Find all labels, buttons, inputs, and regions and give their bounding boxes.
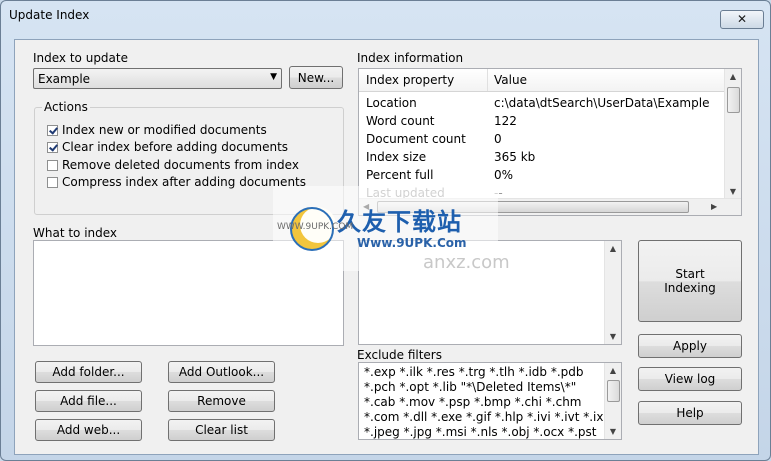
scroll-corner [725, 199, 741, 215]
remove-button[interactable]: Remove [168, 390, 275, 412]
start-indexing-line2: Indexing [664, 281, 716, 295]
column-header-value[interactable]: Value [494, 73, 527, 87]
scroll-thumb[interactable] [727, 87, 740, 113]
scroll-down-icon[interactable]: ▼ [725, 187, 741, 196]
index-information-label: Index information [357, 51, 464, 65]
start-indexing-button[interactable]: Start Indexing [638, 240, 742, 322]
table-row: 122 [494, 114, 517, 128]
cell-property: Location [366, 96, 417, 110]
table-row: Index size [366, 150, 426, 164]
checkbox-checked[interactable] [47, 124, 58, 136]
scroll-thumb[interactable] [607, 380, 620, 402]
new-index-button[interactable]: New... [289, 66, 343, 89]
checkbox-unchecked[interactable] [47, 159, 58, 171]
table-row: Location [366, 96, 417, 110]
scroll-right-icon[interactable]: ▶ [711, 202, 717, 211]
table-row: 0% [494, 168, 513, 182]
table-row: 0 [494, 132, 502, 146]
exclude-line: *.exp *.ilk *.res *.trg *.tlh *.idb *.pd… [364, 365, 584, 379]
cell-value: 122 [494, 114, 517, 128]
scroll-down-icon[interactable]: ▼ [605, 427, 621, 436]
index-select[interactable]: Example ▼ [33, 68, 282, 89]
cell-property: Percent full [366, 168, 434, 182]
column-header-property[interactable]: Index property [366, 73, 454, 87]
table-row: Word count [366, 114, 435, 128]
info-vertical-scrollbar[interactable]: ▲ ▼ [724, 69, 741, 199]
scroll-up-icon[interactable]: ▲ [605, 244, 621, 253]
scroll-up-icon[interactable]: ▲ [605, 366, 621, 375]
table-row: Document count [366, 132, 466, 146]
close-icon: ✕ [736, 12, 748, 26]
cell-value: 365 kb [494, 150, 536, 164]
table-row: c:\data\dtSearch\UserData\Example [494, 96, 709, 110]
details-vertical-scrollbar[interactable]: ▲ ▼ [604, 241, 621, 344]
clear-list-button[interactable]: Clear list [168, 419, 275, 441]
scroll-thumb-horizontal[interactable] [377, 201, 689, 213]
window-title: Update Index [9, 8, 90, 22]
checkbox-label: Remove deleted documents from index [62, 158, 299, 172]
cell-property: Index size [366, 150, 427, 164]
index-select-value: Example [38, 72, 91, 86]
what-to-index-list[interactable] [33, 240, 344, 346]
checkbox-label: Index new or modified documents [62, 123, 267, 137]
exclude-filters-textarea[interactable]: *.exp *.ilk *.res *.trg *.tlh *.idb *.pd… [358, 362, 622, 440]
index-information-table[interactable]: Index property Value Location c:\data\dt… [358, 68, 742, 216]
add-outlook-button[interactable]: Add Outlook... [168, 361, 275, 383]
table-header: Index property Value [359, 69, 725, 92]
exclude-line: *.com *.dll *.exe *.gif *.hlp *.ivi *.iv… [364, 410, 604, 424]
apply-button[interactable]: Apply [638, 334, 742, 358]
checkbox-checked[interactable] [47, 141, 58, 153]
index-to-update-label: Index to update [33, 51, 128, 65]
checkbox-clear-index[interactable]: Clear index before adding documents [47, 140, 288, 154]
checkbox-compress-index[interactable]: Compress index after adding documents [47, 175, 306, 189]
table-row: 365 kb [494, 150, 535, 164]
what-to-index-label: What to index [33, 226, 118, 240]
cell-property: Document count [366, 132, 466, 146]
checkbox-label: Compress index after adding documents [62, 175, 307, 189]
scroll-up-icon[interactable]: ▲ [725, 72, 741, 81]
info-horizontal-scrollbar[interactable]: ◀ ▶ [359, 198, 741, 215]
checkbox-index-new-modified[interactable]: Index new or modified documents [47, 123, 267, 137]
view-log-button[interactable]: View log [638, 367, 742, 391]
add-folder-button[interactable]: Add folder... [35, 361, 142, 383]
exclude-line: *.jpeg *.jpg *.msi *.nls *.obj *.ocx *.p… [364, 425, 597, 439]
actions-group-title: Actions [42, 100, 90, 114]
start-indexing-line1: Start [675, 267, 705, 281]
cell-property: Word count [366, 114, 435, 128]
scroll-down-icon[interactable]: ▼ [605, 332, 621, 341]
help-button[interactable]: Help [638, 401, 742, 425]
column-divider [487, 69, 488, 91]
update-index-window: Update Index ✕ Index to update Example ▼… [0, 0, 771, 461]
table-row: Percent full [366, 168, 433, 182]
cell-value: 0% [494, 168, 514, 182]
index-details-panel: ▲ ▼ [358, 240, 622, 345]
exclude-filters-label: Exclude filters [357, 348, 442, 362]
chevron-down-icon: ▼ [270, 72, 277, 82]
cell-value: c:\data\dtSearch\UserData\Example [494, 96, 710, 110]
checkbox-remove-deleted[interactable]: Remove deleted documents from index [47, 158, 299, 172]
exclude-line: *.cab *.mov *.psp *.bmp *.chi *.chm [364, 395, 582, 409]
checkbox-label: Clear index before adding documents [62, 140, 289, 154]
dialog-client-area: Index to update Example ▼ New... Actions… [14, 39, 759, 455]
checkbox-unchecked[interactable] [47, 176, 58, 188]
add-file-button[interactable]: Add file... [35, 390, 142, 412]
add-web-button[interactable]: Add web... [35, 419, 142, 441]
cell-value: 0 [494, 132, 502, 146]
scroll-left-icon[interactable]: ◀ [363, 202, 369, 211]
exclude-line: *.pch *.opt *.lib "*\Deleted Items\*" [364, 380, 577, 394]
close-button[interactable]: ✕ [720, 10, 764, 29]
exclude-vertical-scrollbar[interactable]: ▲ ▼ [604, 363, 621, 439]
